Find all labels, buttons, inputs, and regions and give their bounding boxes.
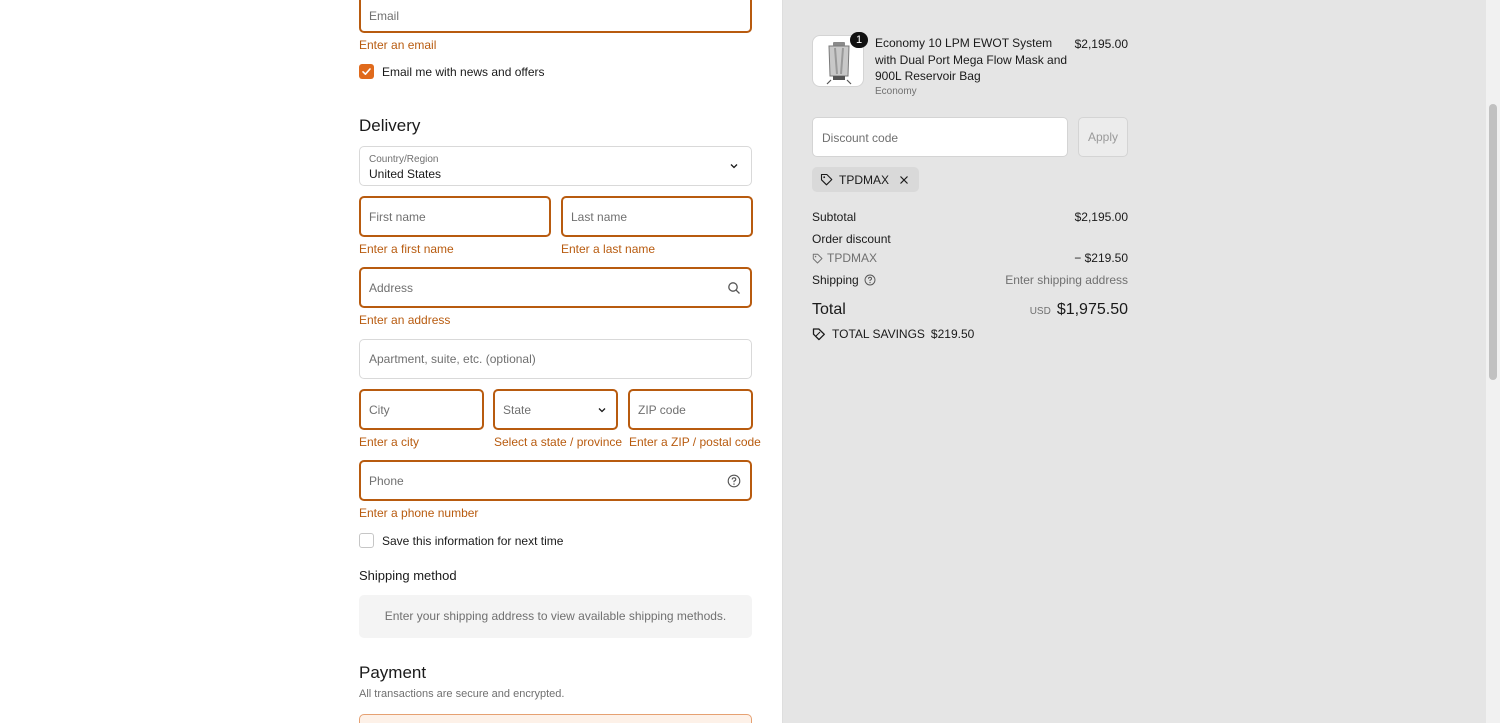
email-field[interactable]: Email <box>359 0 752 33</box>
payment-option[interactable] <box>359 714 752 723</box>
discount-code-text: TPDMAX <box>827 251 878 265</box>
product-variant: Economy <box>875 86 917 97</box>
savings-value: $219.50 <box>930 327 975 341</box>
savings-label: TOTAL SAVINGS <box>832 327 925 341</box>
address-field[interactable]: Address <box>359 267 752 308</box>
shipping-methods-notice: Enter your shipping address to view avai… <box>359 595 752 638</box>
phone-placeholder: Phone <box>369 473 404 488</box>
total-value: $1,975.50 <box>1056 301 1128 318</box>
order-discount-row: Order discount <box>812 232 1128 246</box>
apartment-field[interactable]: Apartment, suite, etc. (optional) <box>359 339 752 379</box>
total-row: Total USD $1,975.50 <box>812 301 1128 319</box>
first-name-field[interactable]: First name <box>359 196 551 237</box>
first-name-placeholder: First name <box>369 209 426 224</box>
state-placeholder: State <box>503 402 532 417</box>
help-circle-icon[interactable] <box>864 274 876 286</box>
quantity-badge: 1 <box>850 32 868 48</box>
remove-discount-icon[interactable] <box>899 175 909 185</box>
city-field[interactable]: City <box>359 389 484 430</box>
scrollbar-thumb[interactable] <box>1489 104 1497 380</box>
chevron-down-icon <box>730 164 738 169</box>
shipping-label: Shipping <box>812 273 859 287</box>
phone-error: Enter a phone number <box>359 506 479 520</box>
total-label: Total <box>812 301 846 318</box>
order-discount-label: Order discount <box>812 232 891 246</box>
email-placeholder: Email <box>369 9 400 24</box>
payment-subtitle: All transactions are secure and encrypte… <box>359 688 565 700</box>
phone-field[interactable]: Phone <box>359 460 752 501</box>
zip-field[interactable]: ZIP code <box>628 389 753 430</box>
discount-code-row: TPDMAX − $219.50 <box>812 251 1128 265</box>
shipping-method-heading: Shipping method <box>359 568 457 583</box>
last-name-field[interactable]: Last name <box>561 196 753 237</box>
discount-code-input[interactable]: Discount code <box>812 117 1068 157</box>
total-savings: TOTAL SAVINGS $219.50 <box>812 327 974 341</box>
country-select[interactable]: Country/Region United States <box>359 146 752 186</box>
subtotal-label: Subtotal <box>812 210 857 224</box>
city-placeholder: City <box>369 402 390 417</box>
applied-discount-code: TPDMAX <box>839 172 890 187</box>
subtotal-row: Subtotal $2,195.00 <box>812 210 1128 224</box>
shipping-row: Shipping Enter shipping address <box>812 273 1128 287</box>
search-icon <box>728 281 740 294</box>
savings-tag-icon <box>812 328 825 341</box>
country-value: United States <box>369 167 442 181</box>
address-error: Enter an address <box>359 313 451 327</box>
last-name-placeholder: Last name <box>571 209 628 224</box>
last-name-error: Enter a last name <box>561 242 656 256</box>
checkmark-icon <box>362 68 371 75</box>
discount-code-label: TPDMAX <box>812 251 877 265</box>
product-price: $2,195.00 <box>1074 37 1128 51</box>
zip-error: Enter a ZIP / postal code <box>629 435 761 449</box>
news-checkbox[interactable] <box>359 64 374 79</box>
save-info-label: Save this information for next time <box>382 534 564 548</box>
payment-heading: Payment <box>359 663 427 682</box>
discount-placeholder: Discount code <box>822 131 899 145</box>
discount-value: − $219.50 <box>1074 251 1128 265</box>
country-label: Country/Region <box>369 154 439 165</box>
first-name-error: Enter a first name <box>359 242 454 256</box>
save-info-checkbox[interactable] <box>359 533 374 548</box>
tag-icon <box>812 253 823 263</box>
address-placeholder: Address <box>369 280 414 295</box>
shipping-value: Enter shipping address <box>1005 273 1128 287</box>
subtotal-value: $2,195.00 <box>1074 210 1128 224</box>
delivery-heading: Delivery <box>359 116 421 135</box>
apartment-placeholder: Apartment, suite, etc. (optional) <box>369 352 536 366</box>
product-title: Economy 10 LPM EWOT System with Dual Por… <box>875 36 1068 83</box>
total-currency: USD <box>1029 306 1051 317</box>
order-summary-panel <box>782 0 1500 723</box>
scrollbar[interactable] <box>1486 0 1500 723</box>
city-error: Enter a city <box>359 435 420 449</box>
help-circle-icon[interactable] <box>727 474 741 488</box>
zip-placeholder: ZIP code <box>638 402 686 417</box>
state-error: Select a state / province <box>494 435 623 449</box>
email-error: Enter an email <box>359 38 437 52</box>
apply-button[interactable]: Apply <box>1078 117 1128 157</box>
tag-icon <box>820 173 833 186</box>
applied-discount-chip: TPDMAX <box>812 167 920 192</box>
state-select[interactable]: State <box>493 389 618 430</box>
chevron-down-icon <box>598 407 606 412</box>
news-label: Email me with news and offers <box>382 65 545 79</box>
shipping-label-group: Shipping <box>812 273 876 287</box>
checkout-form-panel: Email Enter an email Email me with news … <box>0 0 782 723</box>
